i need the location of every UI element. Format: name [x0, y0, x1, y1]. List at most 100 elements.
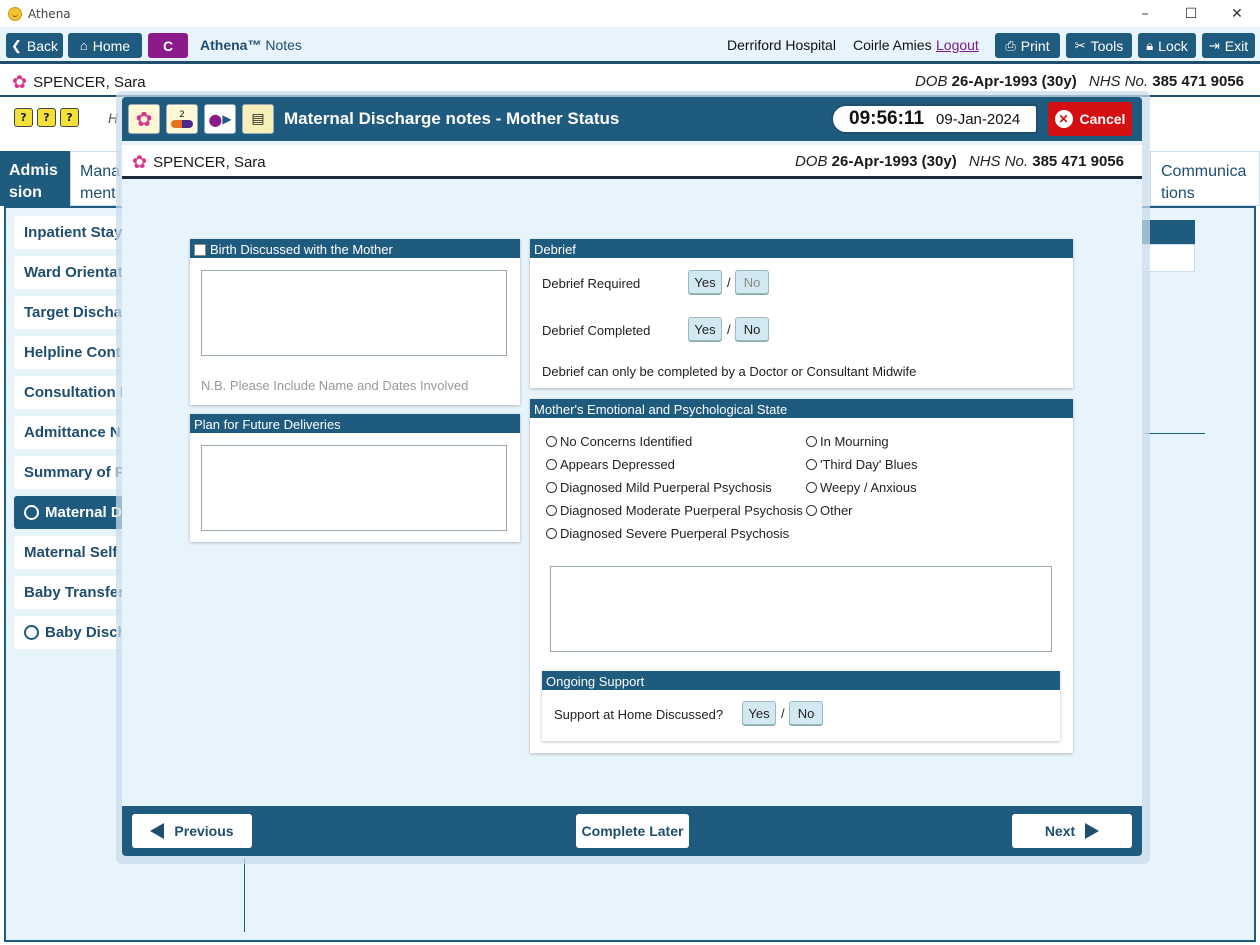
emotional-state-radio[interactable]: Other	[806, 503, 853, 518]
exit-icon: ⇥	[1208, 37, 1220, 53]
next-button[interactable]: Next	[1012, 814, 1132, 848]
debrief-panel: Debrief Debrief Required Yes / No Debrie…	[530, 239, 1073, 388]
athena-logo-icon	[8, 6, 22, 21]
debrief-completed-no-button[interactable]: No	[735, 317, 769, 341]
sidebar-item-label: Consultation I	[24, 384, 124, 401]
support-home-yes-button[interactable]: Yes	[742, 701, 776, 725]
arrow-left-icon	[150, 823, 165, 839]
emotional-state-radio[interactable]: Appears Depressed	[546, 457, 675, 472]
medication-icon[interactable]: 2	[166, 104, 198, 134]
radio-circle-icon	[546, 436, 557, 447]
discharge-notes-dialog: ✿ 2 ● ▶ ▤ Maternal Discharge notes - Moth…	[122, 97, 1142, 856]
dialog-title: Maternal Discharge notes - Mother Status	[284, 109, 620, 128]
emotional-state-radio[interactable]: Diagnosed Moderate Puerperal Psychosis	[546, 503, 803, 518]
sidebar-list: Inpatient Stay Ward Orientat Target Discha…	[14, 216, 124, 656]
tab-communications[interactable]: Communica tions	[1150, 151, 1260, 206]
emotional-state-radio[interactable]: 'Third Day' Blues	[806, 457, 917, 472]
birth-discussed-checkbox[interactable]	[194, 243, 206, 256]
sidebar-item[interactable]: Helpline Cont	[14, 336, 124, 369]
sidebar-item[interactable]: Consultation I	[14, 376, 124, 409]
previous-button[interactable]: Previous	[132, 814, 252, 848]
sidebar-item[interactable]: Baby Discha	[14, 616, 124, 649]
dialog-header: ✿ 2 ● ▶ ▤ Maternal Discharge notes - Moth…	[122, 97, 1142, 141]
sidebar-item[interactable]: Baby Transfer	[14, 576, 124, 609]
flower-icon[interactable]: ✿	[128, 104, 160, 134]
sidebar-item-label: Summary of P	[24, 464, 124, 481]
tab-admission[interactable]: Admis sion	[0, 151, 70, 206]
support-home-label: Support at Home Discussed?	[554, 707, 724, 722]
print-button[interactable]: ⎙ Print	[995, 33, 1060, 58]
sidebar-item[interactable]: Ward Orientat	[14, 256, 124, 289]
minimize-icon[interactable]: –	[1122, 0, 1168, 27]
future-deliveries-textarea[interactable]	[201, 445, 507, 531]
support-home-no-button[interactable]: No	[789, 701, 823, 725]
brand-label: Athena™ Notes	[200, 37, 302, 53]
notepad-icon[interactable]: ▤	[242, 104, 274, 134]
help-icon[interactable]: ?	[37, 108, 56, 127]
window-title: Athena	[28, 6, 71, 21]
c-button[interactable]: C	[148, 33, 188, 58]
sidebar-item[interactable]: Target Dischar	[14, 296, 124, 329]
emotional-state-radio[interactable]: Weepy / Anxious	[806, 480, 917, 495]
dialog-footer: Previous Complete Later Next	[122, 806, 1142, 856]
patient-details: DOB 26-Apr-1993 (30y) NHS No. 385 471 90…	[914, 73, 1244, 90]
maximize-icon[interactable]: ☐	[1168, 0, 1214, 27]
divider	[1145, 433, 1205, 434]
patient-dob: 26-Apr-1993 (30y)	[951, 73, 1077, 90]
birth-discussed-textarea[interactable]	[201, 270, 507, 356]
flower-icon: ✿	[12, 72, 28, 92]
alert-icons: ? ? ?	[14, 108, 79, 127]
future-deliveries-panel: Plan for Future Deliveries	[190, 414, 520, 542]
help-icon[interactable]: ?	[60, 108, 79, 127]
debrief-completed-yes-button[interactable]: Yes	[688, 317, 722, 341]
current-date: 09-Jan-2024	[936, 110, 1021, 128]
radio-circle-icon	[806, 436, 817, 447]
emotional-state-radio[interactable]: No Concerns Identified	[546, 434, 692, 449]
lock-button[interactable]: 🔒︎ Lock	[1138, 33, 1196, 58]
sidebar-item-label: Target Dischar	[24, 304, 124, 321]
emotional-state-radio[interactable]: In Mourning	[806, 434, 889, 449]
debrief-required-yes-button[interactable]: Yes	[688, 270, 722, 294]
debrief-required-label: Debrief Required	[542, 276, 641, 291]
birth-discussed-panel: Birth Discussed with the Mother N.B. Ple…	[190, 239, 520, 405]
cancel-button[interactable]: ✕ Cancel	[1048, 102, 1132, 136]
tools-button[interactable]: ✂ Tools	[1066, 33, 1132, 58]
home-button[interactable]: ⌂ Home	[68, 33, 142, 58]
sidebar-item-label: Baby Discha	[45, 624, 124, 641]
birth-discussed-hint: N.B. Please Include Name and Dates Invol…	[201, 378, 469, 393]
exit-button[interactable]: ⇥ Exit	[1202, 33, 1255, 58]
sidebar-item[interactable]: Maternal Di	[14, 496, 124, 529]
patient-details: DOB 26-Apr-1993 (30y) NHS No. 385 471 90…	[794, 153, 1124, 170]
complete-later-button[interactable]: Complete Later	[576, 814, 689, 848]
emotional-notes-textarea[interactable]	[550, 566, 1052, 652]
arrow-right-icon	[1085, 823, 1100, 839]
modal-backdrop: ✿ 2 ● ▶ ▤ Maternal Discharge notes - Moth…	[116, 91, 1150, 864]
window-controls: – ☐ ✕	[1122, 0, 1260, 27]
emotional-state-radio[interactable]: Diagnosed Mild Puerperal Psychosis	[546, 480, 772, 495]
hospital-name: Derriford Hospital	[727, 37, 836, 53]
emotional-state-panel: Mother's Emotional and Psychological Sta…	[530, 399, 1073, 753]
emotional-state-radio[interactable]: Diagnosed Severe Puerperal Psychosis	[546, 526, 789, 541]
logout-link[interactable]: Logout	[936, 37, 979, 53]
sidebar-item[interactable]: Summary of P	[14, 456, 124, 489]
sidebar-item-label: Ward Orientat	[24, 264, 123, 281]
flower-icon: ✿	[132, 152, 148, 172]
sidebar-item[interactable]: Inpatient Stay	[14, 216, 124, 249]
sidebar-item-label: Inpatient Stay	[24, 224, 123, 241]
sidebar-item-label: Baby Transfer	[24, 584, 124, 601]
close-icon[interactable]: ✕	[1214, 0, 1260, 27]
back-button[interactable]: ❮ Back	[6, 33, 63, 58]
lock-icon: 🔒︎	[1146, 37, 1154, 53]
tab-management[interactable]: Mana ment	[70, 151, 120, 206]
radio-circle-icon	[546, 459, 557, 470]
patient-nhs: 385 471 9056	[1152, 73, 1244, 90]
person-arrow-icon[interactable]: ● ▶	[204, 104, 236, 134]
sidebar-item[interactable]: Admittance N	[14, 416, 124, 449]
clock-display: 09:56:11 09-Jan-2024	[831, 104, 1038, 134]
sidebar-item-label: Helpline Cont	[24, 344, 121, 361]
help-list-icon[interactable]: ?	[14, 108, 33, 127]
close-icon: ✕	[1054, 110, 1073, 128]
patient-nhs: 385 471 9056	[1032, 153, 1124, 170]
debrief-required-no-button[interactable]: No	[735, 270, 769, 294]
sidebar-item[interactable]: Maternal Self	[14, 536, 124, 569]
